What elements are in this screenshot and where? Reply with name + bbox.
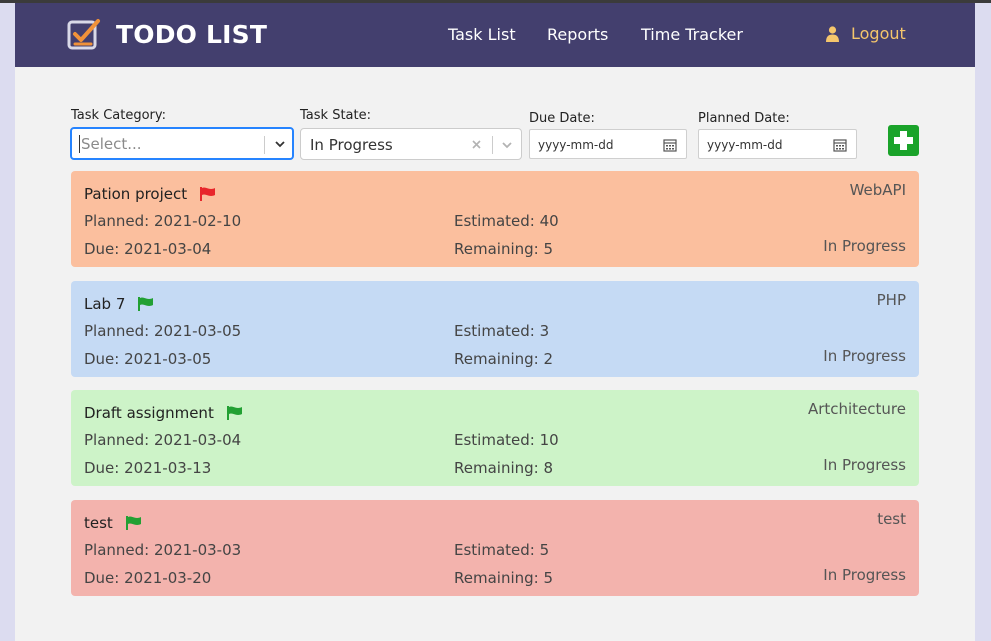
app-container: TODO LIST Task List Reports Time Tracker… bbox=[15, 3, 975, 641]
select-separator bbox=[264, 136, 265, 154]
task-planned: Planned: 2021-03-05 bbox=[84, 322, 242, 340]
task-planned: Planned: 2021-02-10 bbox=[84, 212, 242, 230]
calendar-icon[interactable] bbox=[833, 138, 847, 152]
task-title: test bbox=[84, 514, 142, 532]
task-title-text: test bbox=[84, 514, 113, 532]
clear-icon[interactable] bbox=[471, 139, 482, 150]
task-estimated: Estimated: 10 bbox=[454, 431, 559, 449]
due-date-placeholder: yyyy-mm-dd bbox=[538, 138, 614, 152]
logout-label: Logout bbox=[851, 24, 906, 43]
due-date-input[interactable]: yyyy-mm-dd bbox=[529, 129, 687, 159]
task-remaining: Remaining: 2 bbox=[454, 350, 554, 368]
task-title-text: Lab 7 bbox=[84, 295, 126, 313]
navbar: TODO LIST Task List Reports Time Tracker… bbox=[15, 3, 975, 67]
task-category: Artchitecture bbox=[807, 400, 906, 418]
green-flag-icon bbox=[138, 297, 154, 311]
task-state-value: In Progress bbox=[310, 136, 393, 154]
task-title: Pation project bbox=[84, 185, 216, 203]
brand-title: TODO LIST bbox=[116, 19, 268, 49]
task-state-label: Task State: bbox=[300, 108, 371, 123]
green-flag-icon bbox=[226, 406, 242, 420]
task-title: Draft assignment bbox=[84, 404, 243, 422]
task-card[interactable]: Draft assignment Artchitecture Planned: … bbox=[71, 390, 919, 486]
task-card[interactable]: test test Planned: 2021-03-03 Estimated:… bbox=[71, 500, 919, 596]
task-state-select[interactable]: In Progress bbox=[300, 128, 522, 160]
brand[interactable]: TODO LIST bbox=[67, 16, 267, 52]
calendar-icon[interactable] bbox=[663, 138, 677, 152]
planned-date-label: Planned Date: bbox=[698, 111, 790, 126]
task-title-text: Draft assignment bbox=[84, 404, 214, 422]
user-icon bbox=[826, 25, 839, 42]
task-remaining: Remaining: 8 bbox=[454, 459, 554, 477]
select-separator bbox=[492, 136, 493, 154]
task-estimated: Estimated: 3 bbox=[454, 322, 550, 340]
task-due: Due: 2021-03-13 bbox=[84, 459, 212, 477]
task-due: Due: 2021-03-20 bbox=[84, 569, 212, 587]
task-estimated: Estimated: 40 bbox=[454, 212, 559, 230]
task-remaining: Remaining: 5 bbox=[454, 240, 554, 258]
text-cursor bbox=[79, 135, 80, 153]
add-task-button[interactable] bbox=[888, 125, 919, 156]
task-category-select[interactable]: Select... bbox=[70, 127, 294, 160]
chevron-down-icon[interactable] bbox=[274, 138, 286, 150]
task-estimated: Estimated: 5 bbox=[454, 541, 550, 559]
task-remaining: Remaining: 5 bbox=[454, 569, 554, 587]
nav-time-tracker[interactable]: Time Tracker bbox=[641, 25, 743, 44]
task-card[interactable]: Pation project WebAPI Planned: 2021-02-1… bbox=[71, 171, 919, 267]
task-card[interactable]: Lab 7 PHP Planned: 2021-03-05 Estimated:… bbox=[71, 281, 919, 377]
task-category-label: Task Category: bbox=[71, 108, 167, 123]
task-state: In Progress bbox=[823, 347, 906, 365]
green-flag-icon bbox=[125, 516, 141, 530]
task-planned: Planned: 2021-03-03 bbox=[84, 541, 242, 559]
task-title-text: Pation project bbox=[84, 185, 188, 203]
task-planned: Planned: 2021-03-04 bbox=[84, 431, 242, 449]
red-flag-icon bbox=[200, 187, 216, 201]
planned-date-input[interactable]: yyyy-mm-dd bbox=[698, 129, 857, 159]
task-category: WebAPI bbox=[849, 181, 906, 199]
task-category: PHP bbox=[876, 291, 906, 309]
due-date-label: Due Date: bbox=[529, 111, 595, 126]
task-state: In Progress bbox=[823, 456, 906, 474]
chevron-down-icon[interactable] bbox=[501, 139, 513, 151]
checklist-logo-icon bbox=[67, 19, 100, 50]
nav-reports[interactable]: Reports bbox=[547, 25, 608, 44]
logout-link[interactable]: Logout bbox=[826, 24, 906, 43]
task-state: In Progress bbox=[823, 237, 906, 255]
task-category: test bbox=[877, 510, 906, 528]
task-due: Due: 2021-03-04 bbox=[84, 240, 212, 258]
task-category-placeholder: Select... bbox=[81, 135, 142, 153]
nav-task-list[interactable]: Task List bbox=[448, 25, 516, 44]
task-title: Lab 7 bbox=[84, 295, 154, 313]
planned-date-placeholder: yyyy-mm-dd bbox=[707, 138, 783, 152]
task-due: Due: 2021-03-05 bbox=[84, 350, 212, 368]
task-state: In Progress bbox=[823, 566, 906, 584]
